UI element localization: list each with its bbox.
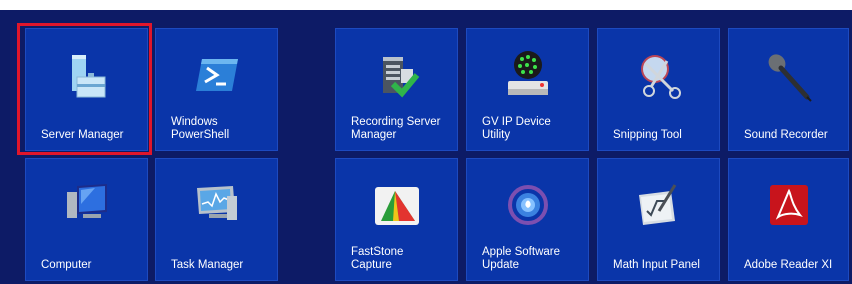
tile-label: Recording Server Manager (351, 116, 441, 141)
tile-label: Apple Software Update (482, 246, 560, 271)
tile-computer[interactable]: Computer (25, 158, 148, 281)
tile-snipping-tool[interactable]: Snipping Tool (597, 28, 720, 151)
server-manager-icon (61, 53, 113, 105)
powershell-icon (194, 55, 240, 95)
tile-label: GV IP Device Utility (482, 116, 551, 141)
tile-label: Adobe Reader XI (744, 259, 833, 271)
snipping-tool-icon (633, 51, 685, 103)
tile-label: Snipping Tool (613, 129, 682, 141)
start-screen: Server Manager Windows PowerShell Record… (0, 0, 852, 284)
tile-label: Math Input Panel (613, 259, 700, 271)
top-strip (0, 0, 852, 10)
gv-ip-device-utility-icon (502, 49, 554, 101)
task-manager-icon (193, 182, 241, 224)
apple-software-update-icon (506, 183, 550, 227)
tile-label: Windows PowerShell (171, 116, 230, 141)
tile-faststone-capture[interactable]: FastStone Capture (335, 158, 458, 281)
tile-math-input-panel[interactable]: Math Input Panel (597, 158, 720, 281)
computer-icon (63, 182, 111, 224)
tile-task-manager[interactable]: Task Manager (155, 158, 278, 281)
tile-recording-server-manager[interactable]: Recording Server Manager (335, 28, 458, 151)
tile-adobe-reader-xi[interactable]: Adobe Reader XI (728, 158, 849, 281)
tile-windows-powershell[interactable]: Windows PowerShell (155, 28, 278, 151)
tile-gv-ip-device-utility[interactable]: GV IP Device Utility (466, 28, 589, 151)
tile-label: FastStone Capture (351, 246, 404, 271)
sound-recorder-icon (763, 51, 815, 103)
adobe-reader-icon (768, 183, 810, 227)
tile-label: Server Manager (41, 129, 124, 141)
recording-server-manager-icon (371, 51, 423, 103)
tile-label: Computer (41, 259, 92, 271)
tile-label: Task Manager (171, 259, 244, 271)
tile-apple-software-update[interactable]: Apple Software Update (466, 158, 589, 281)
tile-server-manager[interactable]: Server Manager (25, 28, 148, 151)
faststone-capture-icon (373, 185, 421, 227)
tile-sound-recorder[interactable]: Sound Recorder (728, 28, 849, 151)
tile-label: Sound Recorder (744, 129, 828, 141)
math-input-panel-icon (635, 181, 683, 227)
